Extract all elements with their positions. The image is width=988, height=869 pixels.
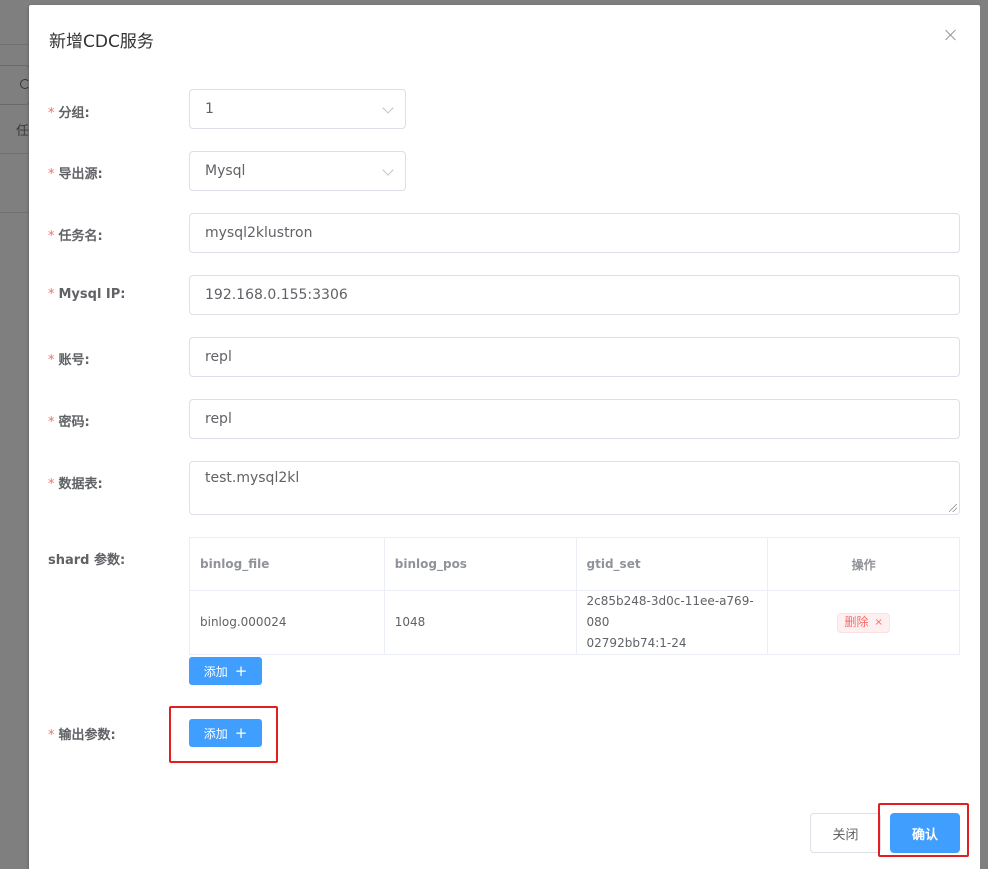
- password-label: * 密码:: [48, 415, 90, 430]
- column-header: binlog_pos: [384, 537, 577, 591]
- column-header: 操作: [767, 537, 960, 591]
- output-label: * 输出参数:: [48, 728, 116, 743]
- shard-label: shard 参数:: [48, 553, 126, 568]
- chevron-down-icon: [382, 102, 394, 114]
- background-divider: [0, 153, 30, 154]
- resize-handle[interactable]: [949, 504, 957, 512]
- group-select-value: 1: [205, 101, 214, 117]
- close-button[interactable]: 关闭: [810, 813, 881, 853]
- binlog-file-cell: binlog.000024: [189, 590, 385, 655]
- account-input[interactable]: repl: [189, 337, 960, 377]
- confirm-button[interactable]: 确认: [890, 813, 960, 853]
- background-divider: [0, 212, 30, 213]
- mysql-ip-label: * Mysql IP:: [48, 287, 126, 302]
- password-input[interactable]: repl: [189, 399, 960, 439]
- group-select[interactable]: 1: [189, 89, 406, 129]
- table-row: binlog.000024 1048 2c85b248-3d0c-11ee-a7…: [189, 590, 960, 655]
- tables-textarea[interactable]: test.mysql2kl: [189, 461, 960, 515]
- background-edge: [980, 0, 988, 869]
- source-label: * 导出源:: [48, 167, 103, 182]
- task-name-label: * 任务名:: [48, 229, 103, 244]
- source-select[interactable]: Mysql: [189, 151, 406, 191]
- source-select-value: Mysql: [205, 163, 246, 179]
- plus-icon: +: [234, 661, 248, 680]
- dialog-title: 新增CDC服务: [49, 32, 154, 52]
- account-label: * 账号:: [48, 353, 90, 368]
- close-icon[interactable]: ×: [874, 612, 882, 633]
- task-name-input[interactable]: mysql2klustron: [189, 213, 960, 253]
- group-label: * 分组:: [48, 106, 90, 121]
- add-cdc-service-dialog: 新增CDC服务 * 分组: 1 * 导出源: Mysql * 任务名: mysql2k…: [29, 5, 980, 869]
- delete-tag[interactable]: 删除 ×: [837, 612, 890, 633]
- plus-icon: +: [234, 723, 248, 742]
- tables-label: * 数据表:: [48, 477, 103, 492]
- background-divider: [0, 44, 30, 45]
- column-header: binlog_file: [189, 537, 385, 591]
- column-header: gtid_set: [576, 537, 769, 591]
- table-header-row: binlog_file binlog_pos gtid_set 操作: [189, 537, 960, 591]
- background-table-header: 任: [16, 124, 30, 139]
- action-cell: 删除 ×: [767, 590, 960, 655]
- add-output-button[interactable]: 添加 +: [189, 719, 262, 747]
- chevron-down-icon: [382, 164, 394, 176]
- shard-params-table: binlog_file binlog_pos gtid_set 操作 binlo…: [189, 537, 960, 655]
- mysql-ip-input[interactable]: 192.168.0.155:3306: [189, 275, 960, 315]
- binlog-pos-cell: 1048: [384, 590, 577, 655]
- add-shard-button[interactable]: 添加 +: [189, 657, 262, 685]
- gtid-set-cell: 2c85b248-3d0c-11ee-a769-080 02792bb74:1-…: [576, 590, 769, 655]
- close-icon[interactable]: [943, 27, 959, 43]
